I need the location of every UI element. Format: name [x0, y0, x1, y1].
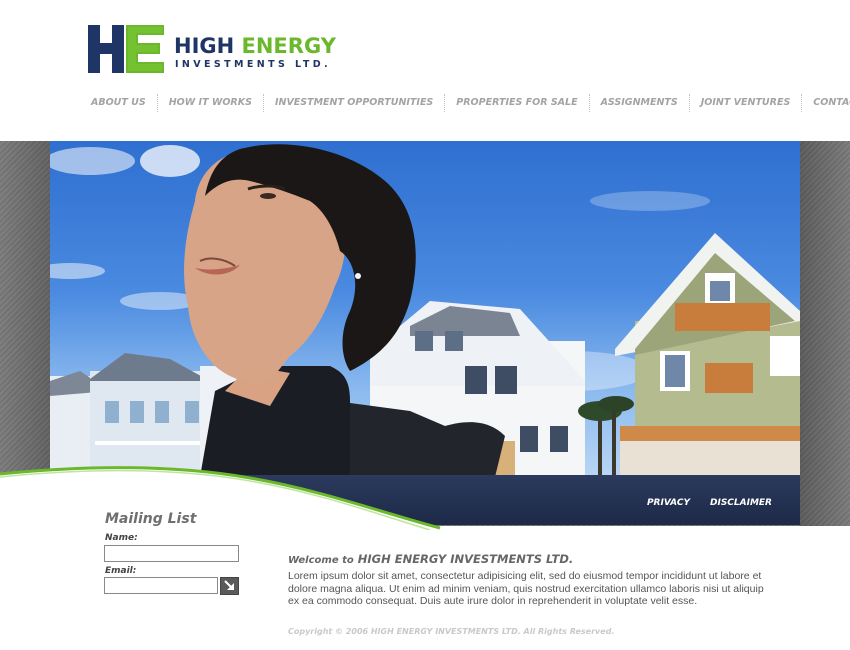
name-label: Name:	[105, 533, 138, 543]
main-nav: ABOUT US HOW IT WORKS INVESTMENT OPPORTU…	[80, 94, 850, 112]
he-logo-icon	[88, 25, 164, 73]
subscribe-button[interactable]	[220, 577, 239, 595]
nav-joint-ventures[interactable]: JOINT VENTURES	[688, 94, 802, 112]
nav-how-it-works[interactable]: HOW IT WORKS	[156, 94, 263, 112]
copyright-text: Copyright © 2006 HIGH ENERGY INVESTMENTS…	[288, 627, 615, 636]
logo-word-energy: ENERGY	[241, 34, 336, 58]
nav-properties-for-sale[interactable]: PROPERTIES FOR SALE	[444, 94, 588, 112]
logo-wordmark: HIGH ENERGY	[174, 35, 336, 57]
welcome-heading: Welcome to HIGH ENERGY INVESTMENTS LTD.	[288, 552, 573, 566]
welcome-company: HIGH ENERGY INVESTMENTS LTD.	[357, 552, 574, 566]
nav-investment-opportunities[interactable]: INVESTMENT OPPORTUNITIES	[262, 94, 444, 112]
welcome-body-text: Lorem ipsum dolor sit amet, consectetur …	[288, 570, 764, 607]
arrow-down-right-icon	[224, 580, 234, 590]
company-logo[interactable]: HIGH ENERGY INVESTMENTS LTD.	[88, 25, 358, 75]
mailing-list-title: Mailing List	[105, 511, 197, 527]
nav-about-us[interactable]: ABOUT US	[80, 94, 157, 112]
nav-contact-us[interactable]: CONTACT US	[801, 94, 850, 112]
name-input[interactable]	[104, 545, 239, 562]
hero-illustration	[50, 144, 800, 477]
email-label: Email:	[105, 566, 137, 576]
email-input[interactable]	[104, 577, 218, 594]
nav-assignments[interactable]: ASSIGNMENTS	[588, 94, 689, 112]
logo-subtitle: INVESTMENTS LTD.	[175, 59, 332, 70]
welcome-prefix: Welcome to	[288, 555, 354, 566]
hero-image	[50, 141, 800, 477]
logo-word-high: HIGH	[174, 34, 235, 58]
